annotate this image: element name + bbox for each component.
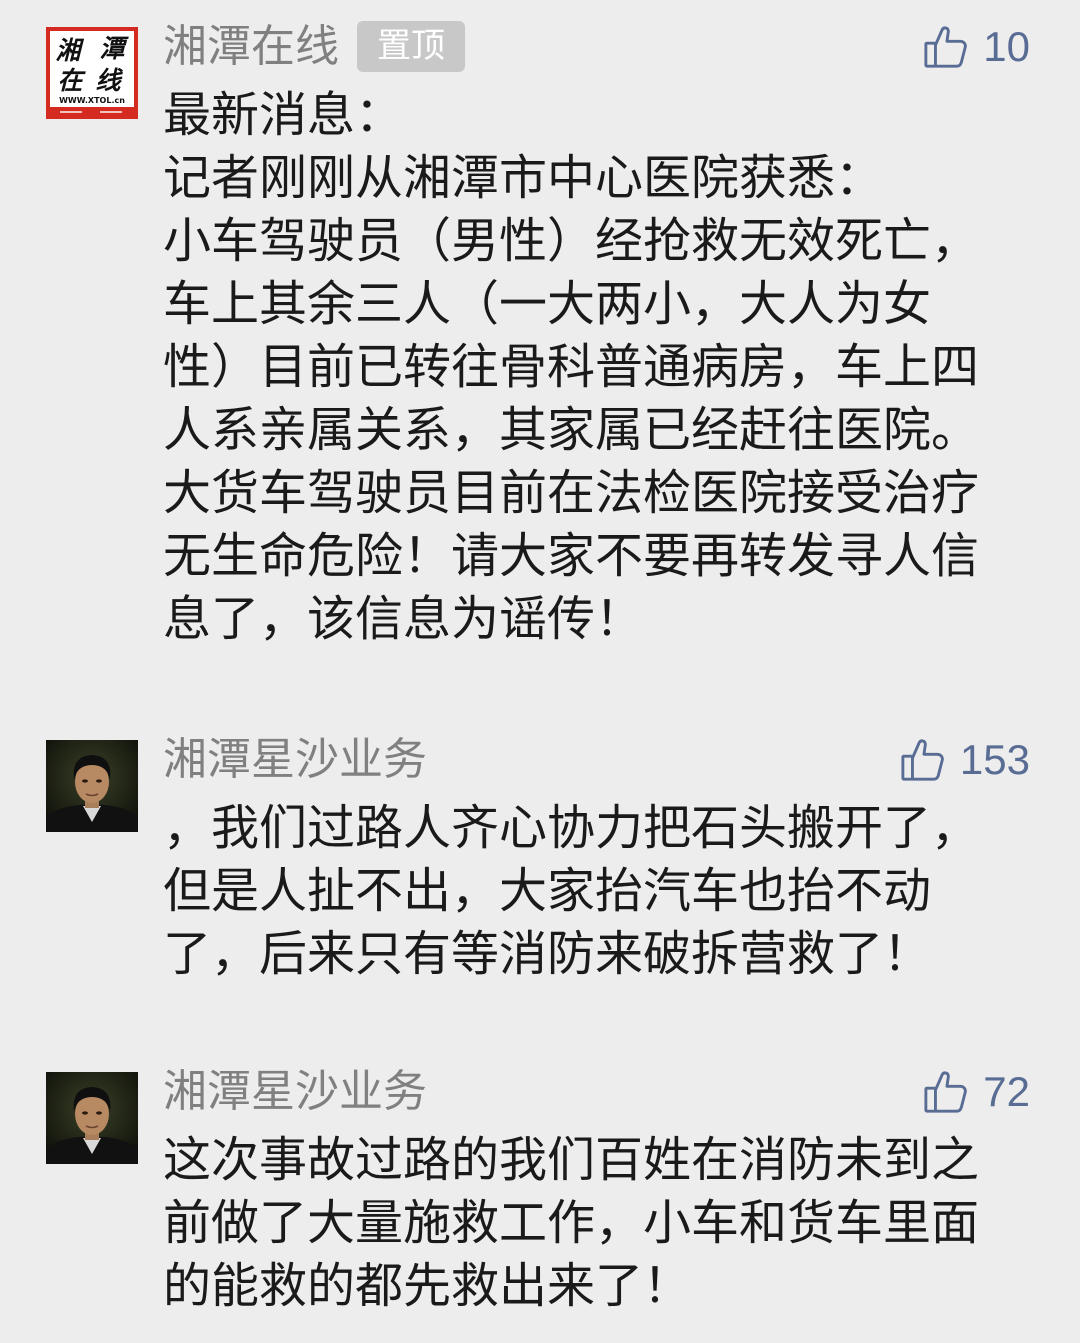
like-count: 153	[959, 736, 1030, 783]
comment-text: 这次事故过路的我们百姓在消防未到之 前做了大量施救工作，小车和货车里面 的能救的…	[163, 1129, 979, 1318]
comment-text-line: 记者刚刚从湘潭市中心医院获悉：	[163, 150, 884, 206]
comment-text-line: 性）目前已转往骨科普通病房，车上四	[163, 339, 980, 395]
person-photo-icon	[46, 1072, 138, 1164]
thumbs-up-icon	[924, 26, 968, 68]
comment-text-line: 这次事故过路的我们百姓在消防未到之	[163, 1132, 980, 1188]
like-count: 72	[983, 1068, 1030, 1115]
like-button[interactable]: 10	[923, 21, 1030, 73]
comment-text-line: 但是人扯不出，大家抬汽车也抬不动	[163, 863, 932, 919]
thumbs-up-icon	[901, 739, 944, 781]
comment-text-line: 车上其余三人（一大两小，大人为女	[163, 276, 932, 332]
comment-text-line: ，我们过路人齐心协力把石头搬开了，	[163, 800, 980, 856]
comment-text-line: 无生命危险！请大家不要再转发寻人信	[163, 528, 980, 584]
xtol-logo-icon: 湘 潭 在 线 WWW.XTOL.cn	[46, 27, 138, 119]
comment-text-line: 小车驾驶员（男性）经抢救无效死亡，	[163, 213, 980, 269]
like-button[interactable]: 153	[900, 734, 1030, 786]
logo-text: 线	[95, 66, 123, 95]
avatar[interactable]	[46, 1072, 138, 1164]
pinned-badge: 置顶	[357, 21, 465, 72]
like-button[interactable]: 72	[923, 1066, 1030, 1118]
author-name[interactable]: 湘潭在线	[163, 21, 339, 73]
comment-text-line: 大货车驾驶员目前在法检医院接受治疗	[163, 465, 980, 521]
comment-text-line: 息了，该信息为谣传！	[163, 591, 644, 647]
logo-text: 湘	[55, 36, 84, 65]
comment-text: ，我们过路人齐心协力把石头搬开了， 但是人扯不出，大家抬汽车也抬不动 了，后来只…	[163, 797, 979, 986]
like-count: 10	[983, 23, 1030, 70]
logo-text: 在	[57, 66, 86, 95]
thumbs-up-icon	[924, 1071, 968, 1113]
avatar[interactable]: 湘 潭 在 线 WWW.XTOL.cn	[46, 27, 138, 119]
person-photo-icon	[46, 740, 138, 832]
author-name[interactable]: 湘潭星沙业务	[163, 1066, 427, 1118]
comment-text-line: 了，后来只有等消防来破拆营救了！	[163, 926, 932, 982]
comment-text-line: 最新消息：	[163, 87, 404, 143]
avatar[interactable]	[46, 740, 138, 832]
logo-url-text: WWW.XTOL.cn	[59, 96, 125, 105]
comment-text-line: 人系亲属关系，其家属已经赶往医院。	[163, 402, 980, 458]
comment-text-line: 前做了大量施救工作，小车和货车里面	[163, 1195, 980, 1251]
comment-text: 最新消息： 记者刚刚从湘潭市中心医院获悉： 小车驾驶员（男性）经抢救无效死亡， …	[163, 84, 979, 651]
comment-text-line: 的能救的都先救出来了！	[163, 1258, 692, 1314]
author-name[interactable]: 湘潭星沙业务	[163, 734, 427, 786]
